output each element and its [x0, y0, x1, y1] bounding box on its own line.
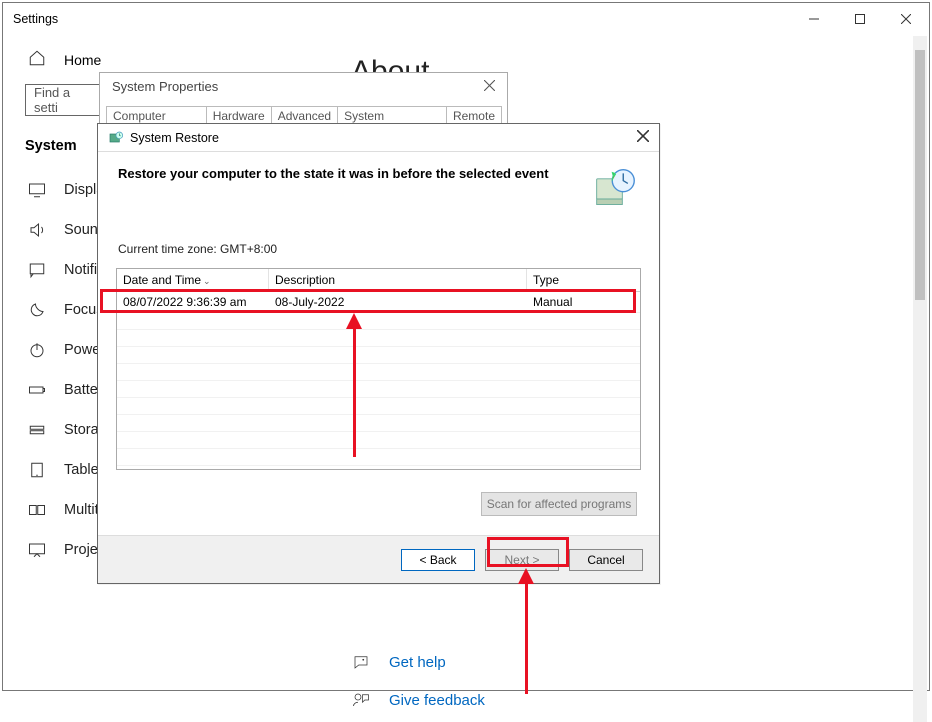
battery-icon — [28, 381, 46, 399]
minimize-button[interactable] — [791, 3, 837, 35]
chevron-down-icon: ⌄ — [203, 276, 211, 287]
back-button[interactable]: < Back — [401, 549, 475, 571]
system-restore-title: System Restore — [130, 131, 219, 145]
scan-affected-button[interactable]: Scan for affected programs — [481, 492, 637, 516]
message-icon — [28, 261, 46, 279]
multitask-icon — [28, 501, 46, 519]
close-icon[interactable] — [484, 79, 495, 94]
tablet-icon — [28, 461, 46, 479]
close-button[interactable] — [883, 3, 929, 35]
settings-titlebar: Settings — [3, 3, 929, 35]
search-input[interactable]: Find a setti — [25, 84, 103, 116]
restore-dialog-footer: < Back Next > Cancel — [98, 535, 659, 583]
monitor-icon — [28, 181, 46, 199]
cancel-button[interactable]: Cancel — [569, 549, 643, 571]
get-help-link[interactable]: Get help — [351, 652, 903, 672]
sidebar-home-label: Home — [64, 52, 101, 68]
col-header-description[interactable]: Description — [269, 269, 527, 291]
next-button[interactable]: Next > — [485, 549, 559, 571]
system-restore-titlebar: System Restore — [98, 124, 659, 152]
moon-icon — [28, 301, 46, 319]
cell-datetime: 08/07/2022 9:36:39 am — [117, 292, 269, 312]
system-properties-titlebar: System Properties — [100, 73, 507, 100]
maximize-button[interactable] — [837, 3, 883, 35]
timezone-label: Current time zone: GMT+8:00 — [98, 216, 659, 262]
close-icon[interactable] — [637, 129, 649, 147]
col-header-type[interactable]: Type — [527, 269, 640, 291]
get-help-label: Get help — [389, 654, 446, 671]
restore-points-table: Date and Time⌄ Description Type 08/07/20… — [116, 268, 641, 470]
speaker-icon — [28, 221, 46, 239]
col-header-datetime[interactable]: Date and Time⌄ — [117, 269, 269, 291]
window-controls — [791, 3, 929, 35]
settings-window-title: Settings — [13, 12, 58, 26]
restore-illustration-icon — [593, 166, 637, 210]
table-header: Date and Time⌄ Description Type — [117, 269, 640, 292]
table-row[interactable]: 08/07/2022 9:36:39 am 08-July-2022 Manua… — [117, 292, 640, 313]
settings-scrollbar[interactable] — [913, 36, 927, 722]
feedback-icon — [351, 690, 371, 710]
chat-icon — [351, 652, 371, 672]
cell-description: 08-July-2022 — [269, 292, 527, 312]
system-restore-heading: Restore your computer to the state it wa… — [118, 166, 549, 181]
give-feedback-label: Give feedback — [389, 692, 485, 709]
drive-icon — [28, 421, 46, 439]
projecting-icon — [28, 541, 46, 559]
sidebar-item-home[interactable]: Home — [3, 45, 325, 74]
cell-type: Manual — [527, 292, 640, 312]
restore-icon — [108, 130, 124, 146]
search-placeholder: Find a setti — [34, 85, 94, 115]
home-icon — [28, 49, 46, 70]
system-properties-title: System Properties — [112, 79, 218, 94]
power-icon — [28, 341, 46, 359]
give-feedback-link[interactable]: Give feedback — [351, 690, 903, 710]
system-restore-dialog: System Restore Restore your computer to … — [97, 123, 660, 584]
